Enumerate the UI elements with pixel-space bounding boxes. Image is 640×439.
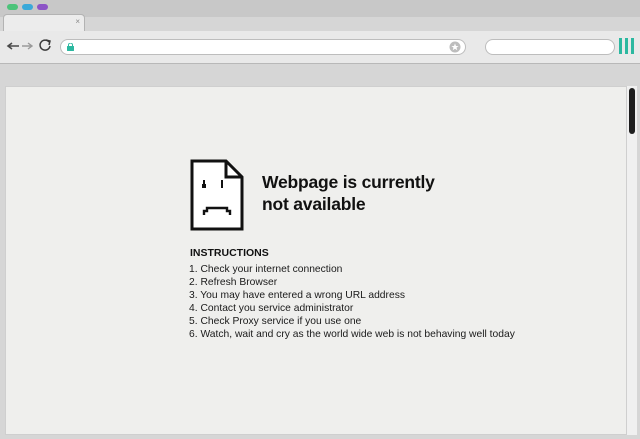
- error-title: Webpage is currently not available: [262, 171, 502, 215]
- back-arrow-icon: [6, 42, 19, 50]
- bookmark-star-icon[interactable]: [449, 41, 461, 53]
- instruction-item: 6. Watch, wait and cry as the world wide…: [189, 329, 515, 340]
- forward-arrow-icon: [22, 42, 34, 50]
- page-content: [5, 86, 627, 435]
- maximize-window-button[interactable]: [37, 4, 48, 10]
- instruction-item: 3. You may have entered a wrong URL addr…: [189, 290, 405, 301]
- forward-button[interactable]: [21, 40, 34, 54]
- tab-close-icon[interactable]: ×: [75, 17, 80, 27]
- reload-icon: [39, 39, 51, 51]
- minimize-window-button[interactable]: [22, 4, 33, 10]
- lock-icon: [67, 43, 74, 51]
- error-title-line-1: Webpage is currently: [262, 172, 435, 192]
- sad-page-icon: [190, 159, 244, 231]
- instructions-list: 1. Check your internet connection 2. Ref…: [189, 263, 515, 341]
- close-window-button[interactable]: [7, 4, 18, 10]
- instruction-item: 2. Refresh Browser: [189, 277, 278, 288]
- instruction-item: 4. Contact you service administrator: [189, 303, 354, 314]
- instructions-heading: INSTRUCTIONS: [190, 247, 269, 259]
- search-input[interactable]: [485, 39, 615, 55]
- instruction-item: 1. Check your internet connection: [189, 264, 343, 275]
- error-title-line-2: not available: [262, 194, 366, 214]
- menu-icon[interactable]: [619, 38, 634, 54]
- reload-button[interactable]: [38, 38, 52, 55]
- instruction-item: 5. Check Proxy service if you use one: [189, 316, 362, 327]
- scrollbar-thumb[interactable]: [629, 88, 635, 134]
- back-button[interactable]: [6, 40, 20, 54]
- address-bar[interactable]: [60, 39, 466, 55]
- scrollbar-track[interactable]: [627, 86, 637, 435]
- browser-tab[interactable]: ×: [3, 14, 85, 32]
- browser-window: × Webpage is currently not available INS…: [0, 0, 640, 439]
- title-bar: [0, 0, 640, 17]
